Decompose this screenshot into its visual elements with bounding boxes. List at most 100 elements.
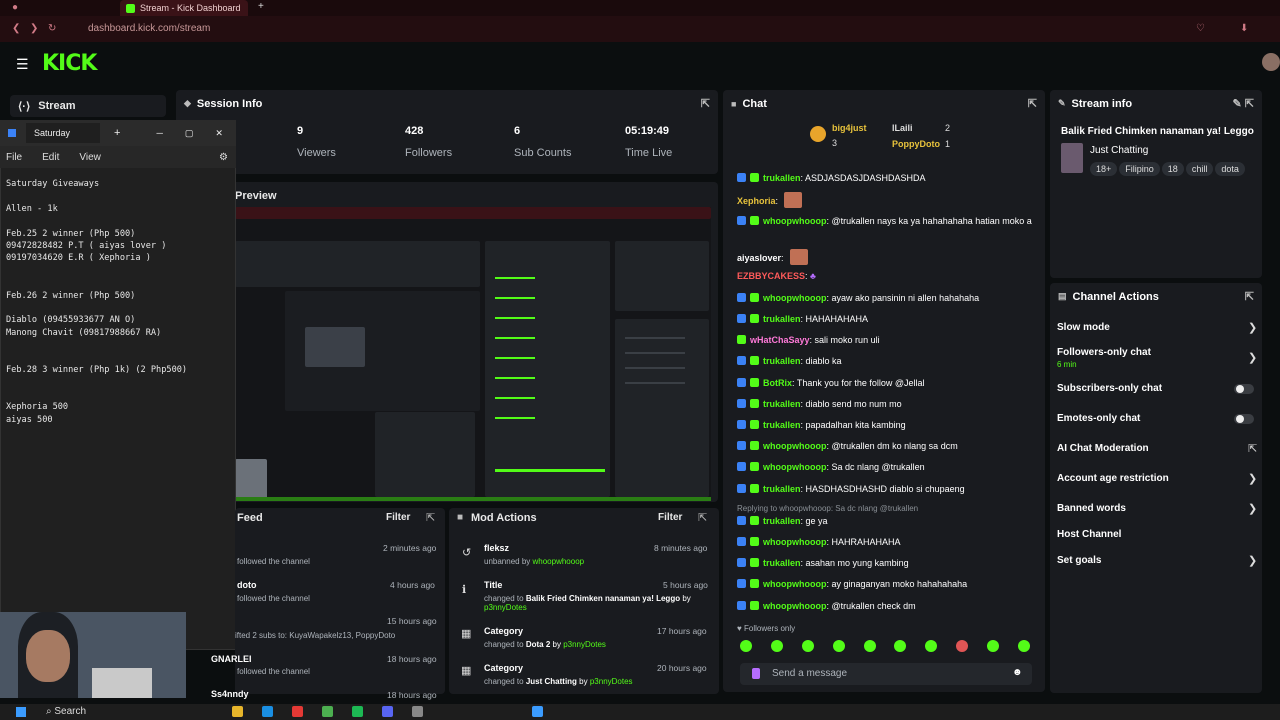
notepad-taskbar-icon[interactable] (532, 706, 543, 717)
chat-message[interactable]: whoopwhooop: @trukallen check dm (737, 600, 1037, 612)
emote-icon[interactable] (1017, 640, 1030, 652)
menu-icon[interactable]: ☰ (16, 56, 29, 73)
chat-message[interactable]: Xephoria: (737, 192, 1037, 208)
mod-item-title[interactable]: Category (484, 626, 523, 636)
obs-icon[interactable] (412, 706, 423, 717)
chat-message[interactable]: EZBBYCAKESS: ♣ (737, 270, 1037, 282)
emote-icon[interactable] (832, 640, 845, 652)
edge-icon[interactable] (262, 706, 273, 717)
emote-icon[interactable] (801, 640, 814, 652)
close-icon[interactable]: ✕ (215, 128, 223, 139)
action-emotes-only[interactable]: Emotes-only chat (1057, 413, 1140, 424)
windows-start-icon[interactable] (16, 707, 26, 717)
popout-icon[interactable]: ⇱ (701, 97, 710, 110)
tag[interactable]: chill (1185, 162, 1214, 176)
chat-message[interactable]: aiyaslover: (737, 249, 1037, 265)
discord-icon[interactable] (382, 706, 393, 717)
notepad-titlebar[interactable]: Saturday + ─ ▢ ✕ (0, 120, 236, 146)
notepad-tab[interactable]: Saturday (26, 123, 101, 143)
chat-message[interactable]: trukallen: HASDHASDHASHD diablo si chupa… (737, 483, 1037, 495)
opera-icon[interactable]: ● (12, 2, 18, 13)
settings-gear-icon[interactable]: ⚙ (219, 152, 228, 163)
url-text[interactable]: dashboard.kick.com/stream (88, 23, 210, 34)
chevron-right-icon[interactable]: ❯ (1248, 351, 1257, 364)
top-user-2[interactable]: lLaili (892, 123, 913, 133)
address-bar[interactable]: ❮ ❯ ↻ dashboard.kick.com/stream ♡ ⬇ (0, 16, 1280, 42)
popout-icon[interactable]: ⇱ (426, 511, 435, 524)
emote-icon[interactable] (740, 640, 752, 652)
download-icon[interactable]: ⬇ (1240, 23, 1248, 34)
menu-view[interactable]: View (79, 152, 101, 163)
browser-tab[interactable]: Stream - Kick Dashboard (120, 0, 248, 16)
menu-edit[interactable]: Edit (42, 152, 59, 163)
spotify-icon[interactable] (352, 706, 363, 717)
mod-filter-button[interactable]: Filter (658, 512, 682, 523)
chat-message[interactable]: whoopwhooop: Sa dc nlang @trukallen (737, 461, 1037, 473)
chat-message[interactable]: trukallen: diablo ka (737, 355, 1037, 367)
chat-message[interactable]: trukallen: asahan mo yung kambing (737, 557, 1037, 569)
chevron-right-icon[interactable]: ❯ (1248, 321, 1257, 334)
opera-icon[interactable] (292, 706, 303, 717)
maximize-icon[interactable]: ▢ (185, 128, 194, 139)
action-banned-words[interactable]: Banned words (1057, 503, 1126, 514)
chat-message[interactable]: whoopwhooop: HAHRAHAHAHA (737, 536, 1037, 548)
emotes-only-toggle[interactable] (1234, 414, 1254, 424)
feed-user[interactable]: Ss4nndy (211, 689, 249, 699)
emoji-icon[interactable]: ☻ (1012, 667, 1023, 678)
mod-item-title[interactable]: Category (484, 663, 523, 673)
emote-icon[interactable] (894, 640, 907, 652)
action-slow-mode[interactable]: Slow mode (1057, 322, 1110, 333)
mod-item-title[interactable]: fleksz (484, 543, 509, 553)
feed-user[interactable]: GNARLEI (211, 654, 252, 664)
add-tab-icon[interactable]: + (114, 127, 120, 139)
chat-message[interactable]: trukallen: ASDJASDASJDASHDASHDA (737, 172, 1037, 184)
popout-icon[interactable]: ⇱ (1245, 290, 1254, 303)
emote-icon[interactable] (956, 640, 969, 652)
tag[interactable]: 18 (1161, 162, 1184, 176)
stream-category[interactable]: Just Chatting (1090, 145, 1148, 156)
action-set-goals[interactable]: Set goals (1057, 555, 1101, 566)
sidebar-item-stream[interactable]: ⟨·⟩ Stream (10, 95, 166, 117)
taskbar-search[interactable]: ⌕ Search (46, 706, 86, 717)
forward-icon[interactable]: ❯ (30, 23, 38, 34)
chat-message[interactable]: trukallen: ge ya (737, 515, 1037, 527)
minimize-icon[interactable]: ─ (156, 128, 162, 138)
feed-filter-button[interactable]: Filter (386, 512, 410, 523)
chevron-right-icon[interactable]: ❯ (1248, 472, 1257, 485)
emote-picker-icon[interactable] (752, 668, 760, 679)
chevron-right-icon[interactable]: ❯ (1248, 502, 1257, 515)
tag[interactable]: Filipino (1119, 162, 1160, 176)
chat-input-placeholder[interactable]: Send a message (772, 668, 847, 679)
chat-message[interactable]: BotRix: Thank you for the follow @Jellal (737, 377, 1037, 389)
stream-preview[interactable] (235, 207, 711, 501)
emote-icon[interactable] (863, 640, 876, 652)
chat-message[interactable]: whoopwhooop: @trukallen nays ka ya hahah… (737, 215, 1037, 227)
chat-message[interactable]: whoopwhooop: ayaw ako pansinin ni allen … (737, 292, 1037, 304)
emote-bar[interactable] (740, 640, 1030, 654)
popout-icon[interactable]: ⇱ (698, 511, 707, 524)
heart-icon[interactable]: ♡ (1196, 23, 1205, 34)
chat-message[interactable]: whoopwhooop: @trukallen dm ko nlang sa d… (737, 440, 1037, 452)
new-tab-icon[interactable]: + (258, 1, 264, 12)
tag[interactable]: 18+ (1090, 162, 1118, 176)
chrome-icon[interactable] (322, 706, 333, 717)
chat-message[interactable]: whoopwhooop: ay ginaganyan moko hahahaha… (737, 578, 1037, 590)
action-followers-only[interactable]: Followers-only chat (1057, 347, 1151, 358)
action-account-age[interactable]: Account age restriction (1057, 473, 1169, 484)
reload-icon[interactable]: ↻ (48, 23, 56, 34)
action-ai-moderation[interactable]: AI Chat Moderation (1057, 443, 1149, 454)
chat-message[interactable]: trukallen: diablo send mo num mo (737, 398, 1037, 410)
notepad-content[interactable]: Saturday Giveaways Allen - 1k Feb.25 2 w… (6, 178, 234, 426)
action-subscribers-only[interactable]: Subscribers-only chat (1057, 383, 1162, 394)
action-host-channel[interactable]: Host Channel (1057, 529, 1121, 540)
emote-icon[interactable] (987, 640, 999, 652)
chat-message[interactable]: trukallen: HAHAHAHAHA (737, 313, 1037, 325)
chat-message[interactable]: trukallen: papadalhan kita kambing (737, 419, 1037, 431)
back-icon[interactable]: ❮ (12, 23, 20, 34)
mod-item-title[interactable]: Title (484, 580, 502, 590)
subscribers-only-toggle[interactable] (1234, 384, 1254, 394)
menu-file[interactable]: File (6, 152, 22, 163)
file-explorer-icon[interactable] (232, 706, 243, 717)
popout-icon[interactable]: ⇱ (1028, 97, 1037, 110)
chat-message[interactable]: wHatChaSayy: sali moko run uli (737, 334, 1037, 346)
